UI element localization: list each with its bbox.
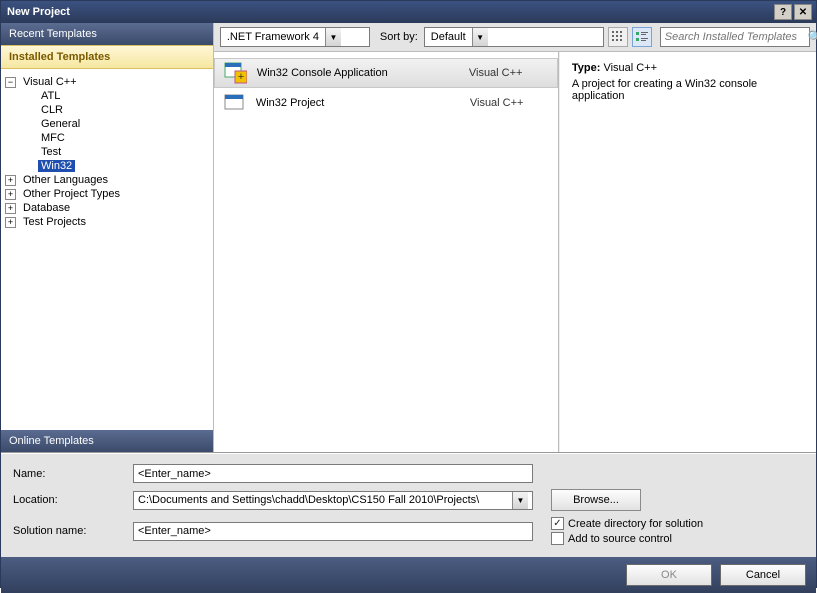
tree-node-clr[interactable]: CLR [5,103,209,117]
location-label: Location: [13,494,133,506]
search-input[interactable] [665,31,808,43]
chevron-down-icon: ▼ [325,28,341,46]
tree-node-database[interactable]: + Database [5,201,209,215]
checkbox-group: ✓ Create directory for solution Add to s… [551,517,703,545]
tree-label: CLR [38,104,66,116]
checkbox-icon: ✓ [551,517,564,530]
svg-text:+: + [238,71,244,83]
create-directory-checkbox[interactable]: ✓ Create directory for solution [551,517,703,530]
expand-icon[interactable]: + [5,203,16,214]
list-area: +Win32 Console ApplicationVisual C++Win3… [214,52,816,452]
browse-button[interactable]: Browse... [551,489,641,511]
sidebar-online-templates[interactable]: Online Templates [1,430,213,452]
sidebar-installed-templates[interactable]: Installed Templates [1,45,213,69]
sortby-dropdown[interactable]: Default ▼ [424,27,604,47]
help-button[interactable]: ? [774,4,792,20]
close-button[interactable]: ✕ [794,4,812,20]
main-area: Recent Templates Installed Templates − V… [1,23,816,453]
list-icon [635,30,649,44]
window-title: New Project [5,6,772,18]
expand-icon[interactable]: + [5,175,16,186]
grid-small-icon [611,30,625,44]
view-details-button[interactable] [632,27,652,47]
details-type-line: Type: Visual C++ [572,62,804,74]
tree-node-atl[interactable]: ATL [5,89,209,103]
tree-label: Visual C++ [20,76,80,88]
details-description: A project for creating a Win32 console a… [572,78,804,102]
details-pane: Type: Visual C++ A project for creating … [559,52,816,452]
win32-project-icon [222,91,246,115]
tree-label: MFC [38,132,68,144]
name-label: Name: [13,468,133,480]
project-name: Win32 Project [256,97,470,109]
chevron-down-icon: ▼ [472,28,488,46]
cancel-button[interactable]: Cancel [720,564,806,586]
checkbox-icon [551,532,564,545]
sortby-label: Sort by: [374,31,420,43]
toolbar: .NET Framework 4 ▼ Sort by: Default ▼ 🔍 [214,23,816,52]
project-template-row[interactable]: + Win32 Console ApplicationVisual C++ [214,58,558,88]
framework-value: .NET Framework 4 [221,31,325,43]
search-icon[interactable]: 🔍 [808,30,817,44]
tree-label: Other Languages [20,174,111,186]
console-app-icon: + [223,61,247,85]
project-template-row[interactable]: Win32 ProjectVisual C++ [214,88,558,118]
tree-node-other-project-types[interactable]: + Other Project Types [5,187,209,201]
tree-node-win32[interactable]: Win32 [5,159,209,173]
ok-button[interactable]: OK [626,564,712,586]
bottom-form: Name: <Enter_name> Location: C:\Document… [1,453,816,557]
tree-node-visual-cpp[interactable]: − Visual C++ [5,75,209,89]
tree-label: Test [38,146,64,158]
name-input[interactable]: <Enter_name> [133,464,533,483]
tree-label: Database [20,202,73,214]
sidebar-recent-templates[interactable]: Recent Templates [1,23,213,45]
solution-name-label: Solution name: [13,525,133,537]
collapse-icon[interactable]: − [5,77,16,88]
expand-icon[interactable]: + [5,217,16,228]
project-list: +Win32 Console ApplicationVisual C++Win3… [214,52,559,452]
sortby-value: Default [425,31,472,43]
search-box[interactable]: 🔍 [660,27,810,47]
sidebar: Recent Templates Installed Templates − V… [1,23,214,452]
tree-node-mfc[interactable]: MFC [5,131,209,145]
template-tree: − Visual C++ ATL CLR General MFC Test Win32 +… [1,69,213,430]
tree-label: ATL [38,90,63,102]
details-type-label: Type: [572,62,601,74]
details-type-value: Visual C++ [603,62,657,74]
view-small-icons-button[interactable] [608,27,628,47]
tree-node-test-projects[interactable]: + Test Projects [5,215,209,229]
tree-label: Other Project Types [20,188,123,200]
solution-name-input[interactable]: <Enter_name> [133,522,533,541]
project-name: Win32 Console Application [257,67,469,79]
solution-row: Solution name: <Enter_name> ✓ Create dir… [13,517,804,545]
project-lang: Visual C++ [469,67,549,79]
tree-label: General [38,118,83,130]
location-row: Location: C:\Documents and Settings\chad… [13,489,804,511]
titlebar: New Project ? ✕ [1,1,816,23]
chevron-down-icon[interactable]: ▼ [512,492,528,509]
tree-node-test[interactable]: Test [5,145,209,159]
tree-label: Win32 [38,160,75,172]
expand-icon[interactable]: + [5,189,16,200]
tree-node-general[interactable]: General [5,117,209,131]
add-source-control-checkbox[interactable]: Add to source control [551,532,703,545]
name-row: Name: <Enter_name> [13,464,804,483]
center-pane: .NET Framework 4 ▼ Sort by: Default ▼ 🔍 … [214,23,816,452]
tree-label: Test Projects [20,216,89,228]
project-lang: Visual C++ [470,97,550,109]
framework-dropdown[interactable]: .NET Framework 4 ▼ [220,27,370,47]
location-input[interactable]: C:\Documents and Settings\chadd\Desktop\… [133,491,533,510]
tree-node-other-languages[interactable]: + Other Languages [5,173,209,187]
